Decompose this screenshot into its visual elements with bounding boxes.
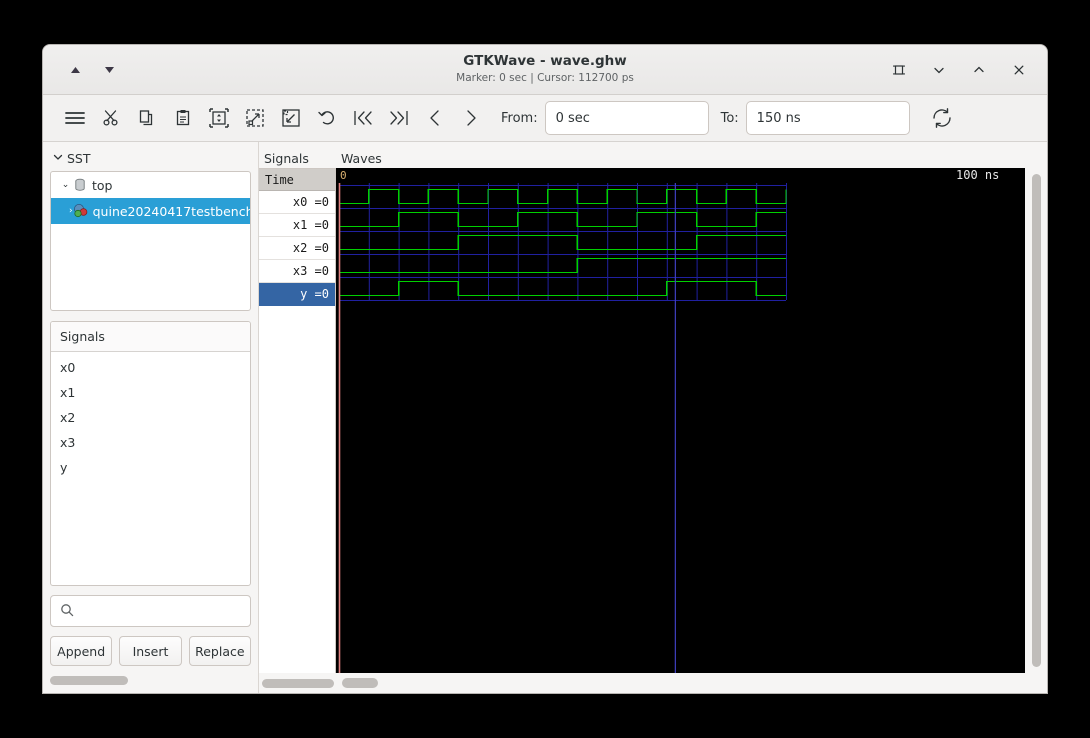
maximize-window-icon[interactable] xyxy=(969,60,989,80)
window-controls xyxy=(889,60,1037,80)
to-input[interactable]: 150 ns xyxy=(745,101,910,135)
main-toolbar: From: 0 sec To: 150 ns xyxy=(43,95,1047,142)
waves-title: Waves xyxy=(341,150,382,166)
triangle-down-icon[interactable] xyxy=(99,60,119,80)
zoom-in-icon[interactable] xyxy=(237,102,273,134)
signals-list-header: Signals xyxy=(51,322,250,352)
triangle-up-icon[interactable] xyxy=(65,60,85,80)
list-item[interactable]: x1 xyxy=(51,380,250,405)
undo-icon[interactable] xyxy=(309,102,345,134)
signal-names-pane: Signals Time x0 =0 x1 =0 x2 =0 x3 =0 y =… xyxy=(258,142,336,693)
title-bar: GTKWave - wave.ghw Marker: 0 sec | Curso… xyxy=(43,45,1047,95)
from-label: From: xyxy=(501,110,538,126)
window-body: SST ⌄ top › quine20240417testbench Signa… xyxy=(43,142,1047,693)
sst-header[interactable]: SST xyxy=(50,148,251,168)
chevron-down-icon xyxy=(52,151,64,166)
chevron-right-icon[interactable] xyxy=(453,102,489,134)
module-icon xyxy=(72,177,88,193)
search-input[interactable] xyxy=(50,595,251,627)
time-column-header: Time xyxy=(259,169,335,191)
list-item[interactable]: y xyxy=(51,455,250,480)
sst-header-label: SST xyxy=(67,150,91,166)
reload-icon[interactable] xyxy=(924,102,960,134)
left-pane-hscrollbar[interactable] xyxy=(50,673,251,687)
search-icon xyxy=(60,602,74,621)
sst-tree: ⌄ top › quine20240417testbench xyxy=(50,171,251,311)
append-button[interactable]: Append xyxy=(50,636,113,666)
from-input[interactable]: 0 sec xyxy=(544,101,709,135)
scrollbar-thumb[interactable] xyxy=(50,675,128,685)
signal-name-row-y[interactable]: y =0 xyxy=(259,283,335,306)
scrollbar-thumb[interactable] xyxy=(1031,174,1041,667)
svg-text:0: 0 xyxy=(340,169,347,182)
close-window-icon[interactable] xyxy=(1009,60,1029,80)
list-item[interactable]: x2 xyxy=(51,405,250,430)
signal-name-row-x1[interactable]: x1 =0 xyxy=(259,214,335,237)
waves-vscrollbar[interactable] xyxy=(1025,168,1047,673)
svg-text:100 ns: 100 ns xyxy=(956,168,999,182)
signal-names-title: Signals xyxy=(264,150,309,166)
waves-hscrollbar[interactable] xyxy=(336,673,1047,693)
restore-window-icon[interactable] xyxy=(889,60,909,80)
replace-button[interactable]: Replace xyxy=(188,636,251,666)
signal-names-list: Time x0 =0 x1 =0 x2 =0 x3 =0 y =0 xyxy=(259,168,336,673)
instance-icon xyxy=(73,203,89,219)
signal-name-row-x3[interactable]: x3 =0 xyxy=(259,260,335,283)
hamburger-menu-icon[interactable] xyxy=(57,102,93,134)
signal-name-row-x0[interactable]: x0 =0 xyxy=(259,191,335,214)
tree-item-label: top xyxy=(92,177,113,193)
names-pane-hscrollbar[interactable] xyxy=(259,673,336,693)
gtkwave-window: GTKWave - wave.ghw Marker: 0 sec | Curso… xyxy=(42,44,1048,694)
action-button-row: Append Insert Replace xyxy=(50,636,251,666)
zoom-fit-icon[interactable] xyxy=(201,102,237,134)
scissors-icon[interactable] xyxy=(93,102,129,134)
minimize-window-icon[interactable] xyxy=(929,60,949,80)
tree-item-top[interactable]: ⌄ top xyxy=(51,172,250,198)
scrollbar-thumb[interactable] xyxy=(262,678,334,688)
list-item[interactable]: x0 xyxy=(51,355,250,380)
zoom-out-icon[interactable] xyxy=(273,102,309,134)
tree-item-label: quine20240417testbench xyxy=(92,203,251,219)
signals-list: x0 x1 x2 x3 y xyxy=(51,352,250,585)
waveform-canvas[interactable]: 0 100 ns xyxy=(336,168,1025,673)
clipboard-icon[interactable] xyxy=(165,102,201,134)
scrollbar-thumb[interactable] xyxy=(342,678,378,688)
waves-pane: Waves 0 100 ns xyxy=(336,142,1047,693)
insert-button[interactable]: Insert xyxy=(119,636,182,666)
left-pane: SST ⌄ top › quine20240417testbench Signa… xyxy=(43,142,258,693)
signals-list-box: Signals x0 x1 x2 x3 y xyxy=(50,321,251,586)
waveform-svg: 0 100 ns xyxy=(336,168,1024,673)
tree-item-quine20240417testbench[interactable]: › quine20240417testbench xyxy=(51,198,250,224)
list-item[interactable]: x3 xyxy=(51,430,250,455)
goto-end-icon[interactable] xyxy=(381,102,417,134)
goto-start-icon[interactable] xyxy=(345,102,381,134)
copy-icon[interactable] xyxy=(129,102,165,134)
chevron-left-icon[interactable] xyxy=(417,102,453,134)
title-bar-nav-group xyxy=(53,60,119,80)
signal-name-row-x2[interactable]: x2 =0 xyxy=(259,237,335,260)
to-label: To: xyxy=(720,110,739,126)
waves-outer: 0 100 ns xyxy=(336,168,1047,673)
chevron-down-icon[interactable]: ⌄ xyxy=(59,180,72,190)
